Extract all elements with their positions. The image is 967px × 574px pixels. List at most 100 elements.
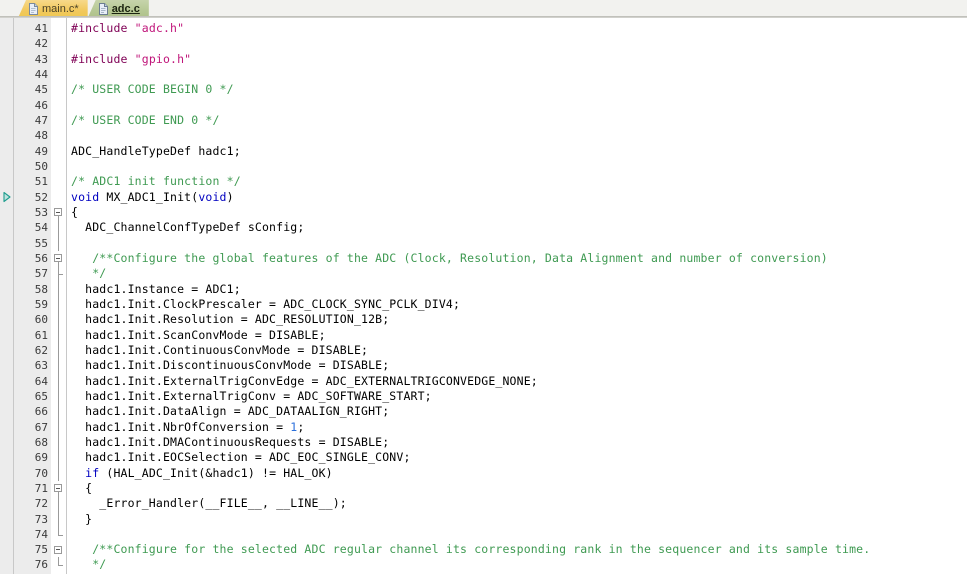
code-line[interactable]: /* USER CODE BEGIN 0 */ [71, 82, 967, 97]
fold-collapse-toggle[interactable] [54, 484, 62, 493]
code-line[interactable]: hadc1.Init.Resolution = ADC_RESOLUTION_1… [71, 312, 967, 327]
code-line[interactable] [71, 98, 967, 113]
fold-row [51, 342, 66, 359]
fold-guide-line [57, 496, 59, 512]
fold-row [51, 465, 66, 481]
fold-collapse-toggle[interactable] [54, 208, 62, 217]
fold-row [51, 296, 66, 313]
code-line[interactable] [71, 527, 967, 542]
code-token-plain: { [71, 480, 93, 495]
code-editor[interactable]: 41 42 43 44 45 46 47 48 49 50 51 52 53 54 55 56 57 58 59 60… [0, 18, 967, 574]
code-line[interactable]: #include "gpio.h" [71, 52, 967, 67]
code-line[interactable]: /* ADC1 init function */ [71, 174, 967, 189]
fold-guide-line [57, 373, 59, 389]
code-line[interactable]: hadc1.Init.ScanConvMode = DISABLE; [71, 328, 967, 343]
fold-collapse-toggle[interactable] [54, 545, 62, 554]
code-token-plain: hadc1.Instance = ADC1; [71, 281, 241, 296]
code-token-plain: hadc1.Init.Resolution = ADC_RESOLUTION_1… [71, 312, 390, 327]
code-token-str: "gpio.h" [134, 51, 192, 66]
line-number: 57 [34, 267, 48, 281]
code-line[interactable]: { [71, 481, 967, 496]
line-number: 51 [34, 175, 48, 189]
fold-row [51, 481, 66, 497]
code-line[interactable]: hadc1.Instance = ADC1; [71, 282, 967, 297]
code-token-kw: void [198, 189, 227, 204]
code-line[interactable]: void MX_ADC1_Init(void) [71, 190, 967, 205]
code-line[interactable]: #include "adc.h" [71, 21, 967, 36]
editor-marker-gutter[interactable] [0, 18, 14, 574]
run-to-line-arrow-icon[interactable] [2, 191, 12, 203]
fold-collapse-toggle[interactable] [54, 254, 62, 263]
line-number: 52 [34, 190, 48, 204]
fold-row [51, 98, 66, 113]
code-line[interactable]: hadc1.Init.DMAContinuousRequests = DISAB… [71, 435, 967, 450]
fold-row [51, 174, 66, 189]
tab-adc-c[interactable]: adc.c [87, 0, 149, 18]
line-number: 62 [34, 343, 48, 357]
fold-row [51, 205, 66, 221]
code-line[interactable]: } [71, 512, 967, 527]
fold-row [51, 82, 66, 97]
code-line[interactable]: if (HAL_ADC_Init(&hadc1) != HAL_OK) [71, 466, 967, 481]
code-text-area[interactable]: #include "adc.h" #include "gpio.h" /* US… [66, 18, 967, 574]
fold-end-marker [57, 557, 63, 567]
code-line[interactable]: hadc1.Init.ClockPrescaler = ADC_CLOCK_SY… [71, 297, 967, 312]
fold-end-marker [57, 266, 63, 276]
code-line[interactable]: /**Configure for the selected ADC regula… [71, 542, 967, 557]
code-line[interactable]: /**Configure the global features of the … [71, 251, 967, 266]
code-token-cmt: /**Configure for the selected ADC regula… [71, 542, 871, 557]
line-number-gutter: 41 42 43 44 45 46 47 48 49 50 51 52 53 54 55 56 57 58 59 60… [14, 18, 51, 574]
code-line[interactable]: hadc1.Init.EOCSelection = ADC_EOC_SINGLE… [71, 450, 967, 465]
line-number: 42 [34, 37, 48, 51]
code-token-cmt: */ [71, 266, 107, 281]
code-line[interactable]: hadc1.Init.DataAlign = ADC_DATAALIGN_RIG… [71, 404, 967, 419]
fold-guide-line [57, 327, 59, 343]
code-line[interactable]: hadc1.Init.DiscontinuousConvMode = DISAB… [71, 358, 967, 373]
code-folding-gutter[interactable] [51, 18, 66, 574]
code-line[interactable] [71, 128, 967, 143]
line-number: 71 [34, 481, 48, 495]
fold-row [51, 144, 66, 159]
code-token-pp: #include [71, 21, 135, 35]
code-token-plain: hadc1.Init.ClockPrescaler = ADC_CLOCK_SY… [71, 296, 461, 311]
code-line[interactable]: hadc1.Init.ContinuousConvMode = DISABLE; [71, 343, 967, 358]
line-number: 74 [34, 527, 48, 541]
code-line[interactable]: _Error_Handler(__FILE__, __LINE__); [71, 496, 967, 511]
code-line[interactable]: hadc1.Init.ExternalTrigConv = ADC_SOFTWA… [71, 389, 967, 404]
fold-row [51, 496, 66, 512]
line-number: 41 [34, 22, 48, 35]
fold-row [51, 128, 66, 143]
line-number: 48 [34, 129, 48, 143]
code-line[interactable]: ADC_HandleTypeDef hadc1; [71, 144, 967, 159]
code-line[interactable]: hadc1.Init.ExternalTrigConvEdge = ADC_EX… [71, 374, 967, 389]
code-line[interactable]: */ [71, 557, 967, 572]
fold-row [51, 52, 66, 67]
fold-end-marker [57, 526, 63, 536]
code-line[interactable]: { [71, 205, 967, 220]
code-line[interactable] [71, 159, 967, 174]
code-line[interactable]: hadc1.Init.NbrOfConversion = 1; [71, 420, 967, 435]
fold-row [51, 542, 66, 557]
tab-label: main.c* [42, 3, 79, 15]
fold-row [51, 327, 66, 343]
code-line[interactable] [71, 236, 967, 251]
line-number: 58 [34, 282, 48, 296]
fold-row [51, 159, 66, 174]
code-line[interactable]: ADC_ChannelConfTypeDef sConfig; [71, 220, 967, 235]
fold-guide-line [57, 450, 59, 466]
code-line[interactable] [71, 67, 967, 82]
line-number: 68 [34, 435, 48, 449]
fold-row [51, 281, 66, 297]
fold-row [51, 113, 66, 128]
fold-row [51, 419, 66, 435]
code-line[interactable]: */ [71, 266, 967, 281]
code-line[interactable] [71, 36, 967, 51]
line-number: 53 [34, 205, 48, 219]
fold-row [51, 220, 66, 236]
tab-main-c[interactable]: main.c* [18, 0, 88, 18]
line-number: 47 [34, 113, 48, 127]
code-token-plain: hadc1.Init.NbrOfConversion = [71, 419, 291, 434]
line-number: 75 [34, 543, 48, 557]
code-line[interactable]: /* USER CODE END 0 */ [71, 113, 967, 128]
